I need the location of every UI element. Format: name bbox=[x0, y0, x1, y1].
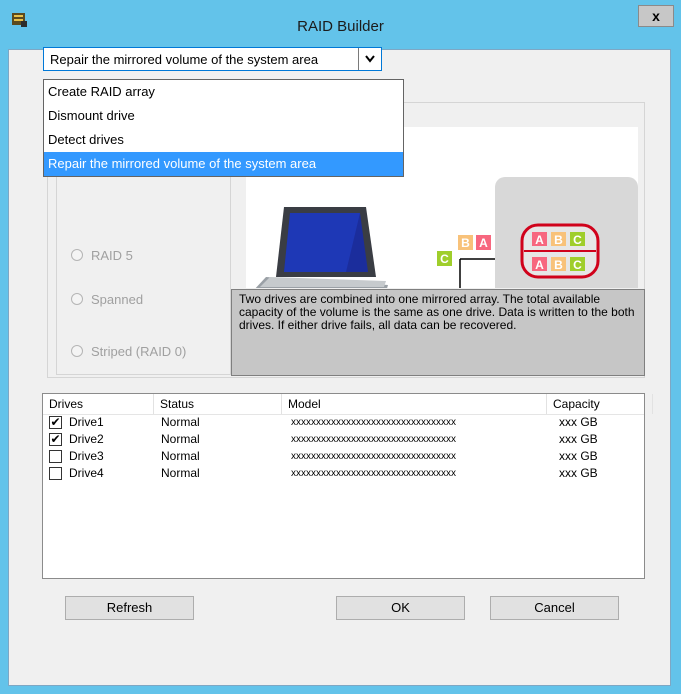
radio-label: RAID 5 bbox=[91, 247, 133, 263]
block-c-label: C bbox=[440, 252, 449, 266]
drive-name: Drive4 bbox=[69, 466, 104, 480]
drive-row-2[interactable]: ✔ Drive2 Normal xxxxxxxxxxxxxxxxxxxxxxxx… bbox=[43, 431, 644, 448]
block-b-label: B bbox=[461, 236, 470, 250]
drive-row-3[interactable]: Drive3 Normal xxxxxxxxxxxxxxxxxxxxxxxxxx… bbox=[43, 448, 644, 465]
operation-dropdown-list: Create RAID array Dismount drive Detect … bbox=[43, 79, 404, 177]
option-repair-mirrored-volume[interactable]: Repair the mirrored volume of the system… bbox=[44, 152, 403, 176]
drives-header-row: Drives Status Model Capacity bbox=[43, 394, 653, 415]
drive-status: Normal bbox=[161, 415, 200, 429]
drive-status: Normal bbox=[161, 432, 200, 446]
radio-striped[interactable]: Striped (RAID 0) bbox=[71, 343, 186, 359]
disk-block-c-label-2: C bbox=[573, 258, 582, 272]
header-status[interactable]: Status bbox=[154, 394, 282, 414]
radio-circle-icon bbox=[71, 249, 83, 261]
radio-label: Striped (RAID 0) bbox=[91, 343, 187, 359]
cancel-button[interactable]: Cancel bbox=[490, 596, 619, 620]
window-title: RAID Builder bbox=[297, 18, 384, 35]
drive-row-4[interactable]: Drive4 Normal xxxxxxxxxxxxxxxxxxxxxxxxxx… bbox=[43, 465, 644, 482]
drive-capacity: xxx GB bbox=[559, 415, 598, 429]
drive-capacity: xxx GB bbox=[559, 432, 598, 446]
drive3-checkbox[interactable] bbox=[49, 450, 62, 463]
radio-spanned[interactable]: Spanned bbox=[71, 291, 143, 307]
title-bar[interactable]: RAID Builder x bbox=[0, 0, 681, 40]
option-detect-drives[interactable]: Detect drives bbox=[44, 128, 403, 152]
header-model[interactable]: Model bbox=[282, 394, 547, 414]
option-create-raid-array[interactable]: Create RAID array bbox=[44, 80, 403, 104]
option-dismount-drive[interactable]: Dismount drive bbox=[44, 104, 403, 128]
drive-row-1[interactable]: ✔ Drive1 Normal xxxxxxxxxxxxxxxxxxxxxxxx… bbox=[43, 414, 644, 431]
radio-circle-icon bbox=[71, 293, 83, 305]
close-button[interactable]: x bbox=[638, 5, 674, 27]
close-icon: x bbox=[652, 8, 660, 24]
mirrored-disk-icon: A B C A B C bbox=[520, 223, 600, 279]
drive-name: Drive2 bbox=[69, 432, 104, 446]
drive-model: xxxxxxxxxxxxxxxxxxxxxxxxxxxxxxxxx bbox=[291, 434, 456, 445]
disk-block-b-label: B bbox=[554, 233, 563, 247]
drive-name: Drive1 bbox=[69, 415, 104, 429]
drive4-checkbox[interactable] bbox=[49, 467, 62, 480]
drives-list[interactable]: Drives Status Model Capacity ✔ Drive1 No… bbox=[42, 393, 653, 579]
disk-block-a-label: A bbox=[535, 233, 544, 247]
combobox-selected-text: Repair the mirrored volume of the system… bbox=[50, 52, 319, 67]
raid-description: Two drives are combined into one mirrore… bbox=[231, 289, 645, 376]
drive-capacity: xxx GB bbox=[559, 466, 598, 480]
disk-block-b-label-2: B bbox=[554, 258, 563, 272]
radio-label: Spanned bbox=[91, 291, 144, 307]
header-drives[interactable]: Drives bbox=[43, 394, 154, 414]
drive-capacity: xxx GB bbox=[559, 449, 598, 463]
ok-button[interactable]: OK bbox=[336, 596, 465, 620]
laptop-icon bbox=[255, 207, 388, 288]
radio-circle-icon bbox=[71, 345, 83, 357]
raid-builder-window: RAID Builder x Repair the mirrored volum… bbox=[0, 0, 681, 694]
drive1-checkbox[interactable]: ✔ bbox=[49, 416, 62, 429]
radio-raid5[interactable]: RAID 5 bbox=[71, 247, 133, 263]
block-a-label: A bbox=[479, 236, 488, 250]
disk-block-c-label: C bbox=[573, 233, 582, 247]
drive-status: Normal bbox=[161, 449, 200, 463]
drive-model: xxxxxxxxxxxxxxxxxxxxxxxxxxxxxxxxx bbox=[291, 451, 456, 462]
header-capacity[interactable]: Capacity bbox=[547, 394, 653, 414]
operation-combobox[interactable]: Repair the mirrored volume of the system… bbox=[43, 47, 382, 71]
drive-name: Drive3 bbox=[69, 449, 104, 463]
drive-status: Normal bbox=[161, 466, 200, 480]
chevron-down-icon[interactable] bbox=[358, 48, 381, 70]
drive-model: xxxxxxxxxxxxxxxxxxxxxxxxxxxxxxxxx bbox=[291, 417, 456, 428]
drive-model: xxxxxxxxxxxxxxxxxxxxxxxxxxxxxxxxx bbox=[291, 468, 456, 479]
drive2-checkbox[interactable]: ✔ bbox=[49, 433, 62, 446]
refresh-button[interactable]: Refresh bbox=[65, 596, 194, 620]
disk-block-a-label-2: A bbox=[535, 258, 544, 272]
